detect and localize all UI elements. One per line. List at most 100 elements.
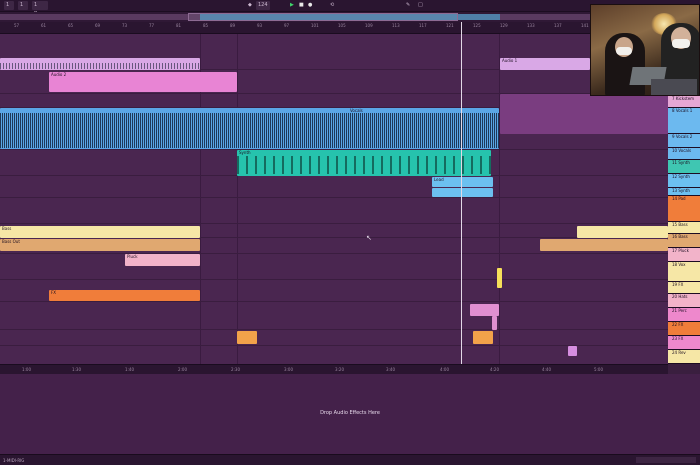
clip-name: Audio 1 (502, 58, 518, 63)
playhead[interactable] (461, 22, 462, 364)
audio-clip[interactable]: Audio 1 (500, 58, 590, 70)
ruler-tick: 61 (41, 23, 47, 28)
clip-name: Lead (434, 177, 444, 182)
time-ruler[interactable]: 1:00 1:30 1:40 2:00 2:30 3:00 3:20 3:40 … (0, 364, 668, 374)
track-lane[interactable] (0, 198, 668, 224)
track-name: 18 Vox (672, 262, 686, 267)
midi-clip-pluck[interactable]: Pluck (125, 254, 200, 266)
track-header[interactable]: 12 Synth (668, 174, 700, 188)
track-name: 13 Synth (672, 188, 690, 193)
midi-clip[interactable] (497, 268, 502, 288)
midi-clip-synth[interactable]: Synth (237, 150, 491, 176)
track-header[interactable]: 20 Hats (668, 294, 700, 308)
track-header[interactable]: 21 Perc (668, 308, 700, 322)
time-tick: 2:00 (178, 367, 187, 372)
ruler-tick: 69 (95, 23, 101, 28)
track-header[interactable]: 10 Vocals (668, 148, 700, 160)
status-text: 1-MIDI-RIG (3, 458, 25, 463)
key-map-icon[interactable]: □ (416, 1, 425, 10)
audio-clip-bass-out[interactable]: Bass Out (0, 239, 200, 251)
ruler-tick: 73 (122, 23, 128, 28)
track-header[interactable]: 14 Pad (668, 196, 700, 222)
track-header[interactable]: 11 Synth (668, 160, 700, 174)
drop-effects-message: Drop Audio Effects Here (320, 410, 380, 416)
midi-clip[interactable]: Audio 2 (49, 72, 237, 92)
ruler-tick: 113 (392, 23, 400, 28)
overview-viewport[interactable] (188, 13, 458, 21)
time-tick: 2:30 (231, 367, 240, 372)
track-name: 22 FX (672, 322, 684, 327)
ruler-tick: 89 (230, 23, 236, 28)
audio-clip-vocals[interactable]: Vocals (0, 108, 499, 149)
follow-button[interactable]: 1 (18, 1, 28, 10)
time-tick: 3:20 (335, 367, 344, 372)
audio-clip-fx[interactable]: FX (49, 290, 200, 301)
midi-clip[interactable] (568, 346, 577, 356)
midi-clip-bass[interactable]: Bass (0, 226, 200, 238)
track-header[interactable]: 8 Vocals 1 (668, 108, 700, 134)
clip-notes (237, 156, 491, 174)
track-header[interactable]: 22 FX (668, 322, 700, 336)
midi-clip-lead[interactable]: Lead (432, 177, 493, 187)
track-name: 11 Synth (672, 160, 690, 165)
ruler-tick: 97 (284, 23, 290, 28)
record-icon[interactable]: ● (306, 1, 314, 10)
record-quantize-menu[interactable]: 1 (4, 1, 14, 10)
midi-clip-bass[interactable] (577, 226, 668, 238)
track-header[interactable]: 23 FX (668, 336, 700, 350)
mouse-cursor-icon: ↖ (366, 234, 372, 242)
track-header[interactable]: 19 FX (668, 282, 700, 294)
ruler-tick: 93 (257, 23, 263, 28)
track-name: 14 Pad (672, 196, 686, 201)
time-tick: 4:00 (440, 367, 449, 372)
device-drop-area[interactable]: Drop Audio Effects Here (0, 374, 700, 454)
track-header[interactable]: 24 Rev (668, 350, 700, 364)
ruler-tick: 81 (176, 23, 182, 28)
track-name: 7 Kickstem (672, 96, 695, 101)
stop-icon[interactable]: ■ (297, 1, 306, 10)
track-name: 15 Bass (672, 222, 688, 227)
track-lane[interactable] (0, 254, 668, 280)
metronome-icon[interactable]: ◆ (246, 1, 254, 10)
audio-clip[interactable] (473, 331, 493, 344)
beat-time-ruler[interactable]: 57 61 65 69 73 77 81 85 89 93 97 101 105… (0, 22, 668, 34)
ruler-tick: 117 (419, 23, 427, 28)
track-header[interactable]: 13 Synth (668, 188, 700, 196)
tempo-field[interactable]: 124 (256, 1, 270, 10)
clip-name: Audio 2 (51, 72, 67, 77)
arrangement-overview[interactable] (0, 12, 590, 22)
track-lane[interactable] (0, 330, 668, 346)
audio-clip-bass-out[interactable] (540, 239, 668, 251)
track-lane[interactable] (0, 302, 668, 330)
midi-clip[interactable] (492, 316, 497, 330)
track-header[interactable]: 15 Bass (668, 222, 700, 234)
midi-clip-lead[interactable] (432, 188, 493, 197)
ruler-tick: 105 (338, 23, 346, 28)
loop-icon[interactable]: ⟲ (328, 1, 336, 10)
track-header[interactable]: 17 Pluck (668, 248, 700, 262)
quantize-menu[interactable]: 1 Bar (32, 1, 48, 17)
studio-gear-image (651, 79, 697, 95)
track-lane[interactable] (0, 176, 668, 198)
midi-clip[interactable] (500, 94, 668, 134)
ruler-tick: 109 (365, 23, 373, 28)
clip-name: Pluck (127, 254, 138, 259)
track-header[interactable]: 16 Bass (668, 234, 700, 248)
track-header[interactable]: 7 Kickstem (668, 96, 700, 108)
track-name: 21 Perc (672, 308, 687, 313)
play-icon[interactable]: ▶ (288, 1, 296, 10)
time-tick: 1:40 (125, 367, 134, 372)
audio-clip[interactable] (237, 331, 257, 344)
audio-clip[interactable] (0, 58, 200, 70)
draw-mode-icon[interactable]: ✎ (404, 1, 412, 10)
ruler-tick: 141 (581, 23, 589, 28)
clip-name: FX (51, 290, 57, 295)
ruler-tick: 101 (311, 23, 319, 28)
clip-name: Bass Out (2, 239, 20, 244)
track-name: 19 FX (672, 282, 684, 287)
track-header[interactable]: 9 Vocals 2 (668, 134, 700, 148)
status-meter (636, 457, 696, 463)
midi-clip[interactable] (470, 304, 499, 316)
arrangement-view[interactable]: Audio 2 Audio 1 Vocals Synth Lead Bass B… (0, 34, 668, 364)
track-header[interactable]: 18 Vox (668, 262, 700, 282)
